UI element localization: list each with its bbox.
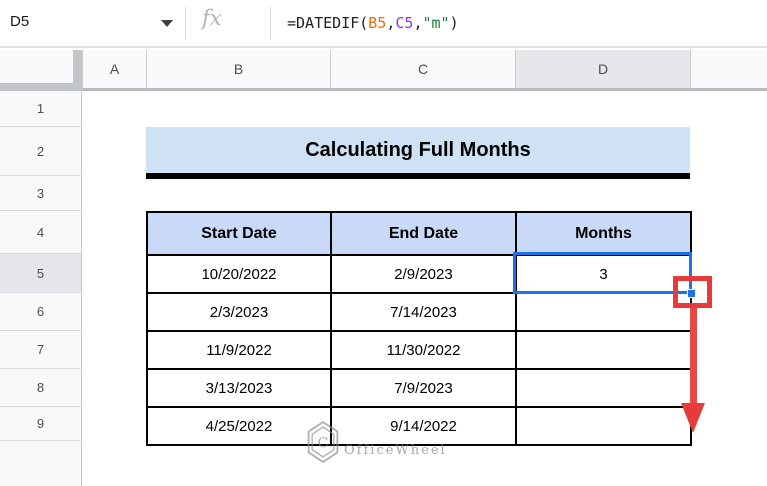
table-row: 10/20/2022 2/9/2023 3 [146,254,692,294]
row-header-10[interactable] [0,441,82,486]
watermark-text: OfficeWheel [344,442,447,458]
cell-c8[interactable]: 7/9/2023 [330,368,517,408]
cell-c5[interactable]: 2/9/2023 [330,254,517,294]
formula-arg1: B5 [368,14,387,32]
column-header-c[interactable]: C [330,50,515,91]
header-cell-end-date[interactable]: End Date [330,211,517,256]
cell-d5-selected[interactable]: 3 [515,254,692,294]
name-box-dropdown-icon[interactable] [161,20,173,27]
spreadsheet-app: D5 fx =DATEDIF(B5,C5,"m") A B C D 1 2 3 … [0,0,767,486]
cell-c6[interactable]: 7/14/2023 [330,292,517,332]
cell-d9[interactable] [515,406,692,446]
cell-b5[interactable]: 10/20/2022 [146,254,332,294]
fx-icon: fx [202,6,222,30]
column-header-b[interactable]: B [146,50,330,91]
cell-d6[interactable] [515,292,692,332]
column-header-d[interactable]: D [515,50,690,91]
formula-input[interactable]: =DATEDIF(B5,C5,"m") [287,14,459,32]
drag-down-arrow [690,308,697,404]
header-cell-start-date[interactable]: Start Date [146,211,332,256]
sheet-title-banner[interactable]: Calculating Full Months [146,127,690,179]
row-header-5[interactable]: 5 [0,254,82,293]
cell-b8[interactable]: 3/13/2023 [146,368,332,408]
cell-b9[interactable]: 4/25/2022 [146,406,332,446]
column-header-e[interactable] [690,50,767,91]
fill-handle-highlight-box [673,276,712,308]
formula-close-paren: ) [449,14,459,32]
row-header-8[interactable]: 8 [0,369,82,407]
table-row: 3/13/2023 7/9/2023 [146,368,692,408]
officewheel-logo-icon: C [307,421,339,463]
row-header-2[interactable]: 2 [0,127,82,176]
row-header-4[interactable]: 4 [0,211,82,254]
table-row: 2/3/2023 7/14/2023 [146,292,692,332]
table-header-row: Start Date End Date Months [146,211,692,256]
data-table: Start Date End Date Months 10/20/2022 2/… [146,211,692,446]
cell-d7[interactable] [515,330,692,370]
formula-arg3: "m" [422,14,450,32]
svg-text:C: C [318,436,329,452]
formula-arg2: C5 [395,14,414,32]
table-row: 11/9/2022 11/30/2022 [146,330,692,370]
divider [185,7,186,40]
cell-c7[interactable]: 11/30/2022 [330,330,517,370]
cell-d8[interactable] [515,368,692,408]
cell-b6[interactable]: 2/3/2023 [146,292,332,332]
cell-b7[interactable]: 11/9/2022 [146,330,332,370]
formula-bar: D5 fx =DATEDIF(B5,C5,"m") [0,0,767,48]
watermark: C OfficeWheel [306,421,447,463]
select-all-corner[interactable] [0,50,82,91]
drag-down-arrow-head [681,403,705,433]
header-cell-months[interactable]: Months [515,211,692,256]
row-header-6[interactable]: 6 [0,293,82,331]
formula-function: =DATEDIF( [287,14,369,32]
column-header-a[interactable]: A [82,50,146,91]
row-header-3[interactable]: 3 [0,176,82,211]
divider [270,7,271,40]
name-box[interactable]: D5 [10,13,29,30]
row-header-7[interactable]: 7 [0,331,82,369]
row-header-9[interactable]: 9 [0,407,82,441]
row-header-1[interactable]: 1 [0,91,82,127]
